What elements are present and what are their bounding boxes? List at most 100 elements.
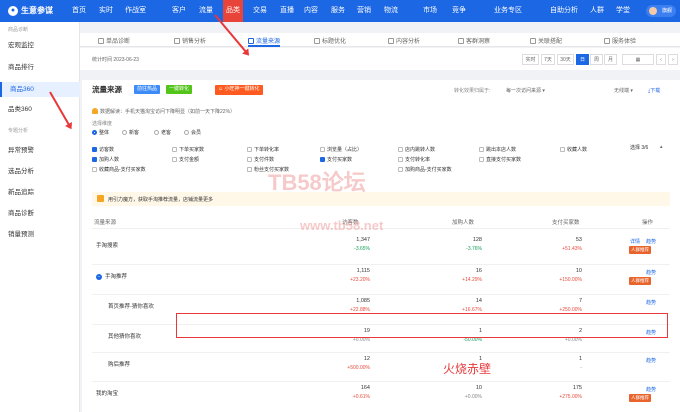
nav-trade[interactable]: 交易 <box>250 0 270 22</box>
metric-value: 1 <box>578 356 582 362</box>
audience-recommend-badge[interactable]: 人群推荐 <box>629 246 651 254</box>
table-header: 加购人数 <box>452 220 475 226</box>
metric-checkbox[interactable]: 加购商品-支付买家数 <box>398 166 452 173</box>
metric-change: -3.65% <box>354 246 370 252</box>
tab-related-matching[interactable]: 关联搭配 <box>530 36 562 45</box>
metric-checkbox[interactable]: 支付转化率 <box>398 156 430 163</box>
nav-marketing[interactable]: 营销 <box>354 0 374 22</box>
collapse-icon[interactable]: − <box>96 274 102 280</box>
chevron-down-icon: ▾ <box>630 88 633 94</box>
metric-checkbox[interactable]: 下单买家数 <box>172 146 204 153</box>
trend-link[interactable]: 趋势 <box>646 299 656 306</box>
nav-category[interactable]: 品类 <box>223 0 243 22</box>
tab-service-experience[interactable]: 服务体验 <box>604 36 636 45</box>
sidebar-item-macro-monitor[interactable]: 宏观监控 <box>0 38 80 53</box>
checkbox-icon <box>247 167 252 172</box>
metric-checkbox[interactable]: 支付金额 <box>172 156 199 163</box>
chevron-down-icon: ▾ <box>542 88 545 94</box>
metric-checkbox[interactable]: 下单转化率 <box>247 146 279 153</box>
nav-academy[interactable]: 学堂 <box>613 0 633 22</box>
nav-home[interactable]: 首页 <box>69 0 89 22</box>
metric-change: - <box>580 365 582 371</box>
metrics-collapse-toggle[interactable]: ▴ <box>660 144 663 150</box>
brand-logo[interactable]: ● 生意参谋 <box>8 5 53 16</box>
period-day[interactable]: 日 <box>576 54 589 65</box>
nav-logistics[interactable]: 物流 <box>381 0 401 22</box>
sidebar-item-product-360[interactable]: 商品360 <box>0 82 80 97</box>
user-avatar[interactable]: 旗舰 <box>646 5 676 17</box>
sidebar-item-sales-forecast[interactable]: 销量预测 <box>0 227 80 242</box>
metric-checkbox[interactable]: 支付买家数 <box>320 156 352 163</box>
tab-content-analysis[interactable]: 内容分析 <box>388 36 420 45</box>
metric-checkbox[interactable]: 支付件数 <box>247 156 274 163</box>
sidebar-item-selection-analysis[interactable]: 选品分析 <box>0 164 80 179</box>
nav-live[interactable]: 直播 <box>277 0 297 22</box>
metric-checkbox[interactable]: 加购人数 <box>92 156 119 163</box>
nav-audience[interactable]: 人群 <box>587 0 607 22</box>
prev-date-button[interactable]: ‹ <box>656 54 666 65</box>
metric-change: +14.29% <box>462 277 482 283</box>
nav-service[interactable]: 服务 <box>328 0 348 22</box>
nav-self-analysis[interactable]: 自助分析 <box>547 0 581 22</box>
checkbox-icon <box>92 157 97 162</box>
nav-customer[interactable]: 客户 <box>169 0 189 22</box>
nav-realtime[interactable]: 实时 <box>96 0 116 22</box>
metric-checkbox[interactable]: 店内跳转人数 <box>398 146 435 153</box>
nav-competition[interactable]: 竞争 <box>449 0 469 22</box>
detail-link[interactable]: 详情 <box>630 238 640 245</box>
metric-change: +51.43% <box>562 246 582 252</box>
metric-checkbox[interactable]: 收藏商品-支付买家数 <box>92 166 146 173</box>
period-month[interactable]: 月 <box>604 54 617 65</box>
period-7d[interactable]: 7天 <box>541 54 555 65</box>
dimension-radio-all[interactable]: 整体 <box>92 129 109 136</box>
xiaowang-convert-button[interactable]: ☺ 小旺神一键转化 <box>215 85 263 95</box>
one-click-convert-button[interactable]: 一键转化 <box>166 85 193 94</box>
next-date-button[interactable]: › <box>668 54 678 65</box>
metric-checkbox[interactable]: 收藏人数 <box>560 146 587 153</box>
tab-single-diagnosis[interactable]: 单品诊断 <box>98 36 130 45</box>
checkbox-icon <box>92 147 97 152</box>
audience-recommend-badge[interactable]: 人群推荐 <box>629 277 651 285</box>
dimension-radio-old[interactable]: 老客 <box>154 129 171 136</box>
checkbox-icon <box>247 157 252 162</box>
period-week[interactable]: 周 <box>590 54 603 65</box>
tab-sales-analysis[interactable]: 销售分析 <box>174 36 206 45</box>
metric-checkbox[interactable]: 浏览量（占比） <box>320 146 362 153</box>
dimension-radio-new[interactable]: 新客 <box>122 129 139 136</box>
metric-checkbox[interactable]: 访客数 <box>92 146 114 153</box>
metric-checkbox[interactable]: 跳出本店人数 <box>479 146 516 153</box>
trend-link[interactable]: 趋势 <box>646 357 656 364</box>
nav-content[interactable]: 内容 <box>301 0 321 22</box>
trend-link[interactable]: 趋势 <box>646 386 656 393</box>
nav-traffic[interactable]: 流量 <box>196 0 216 22</box>
nav-war-room[interactable]: 作战室 <box>122 0 149 22</box>
metric-change: +0.61% <box>352 394 370 400</box>
sidebar-item-product-diagnosis[interactable]: 商品诊断 <box>0 206 80 221</box>
metric-value: 175 <box>572 385 582 391</box>
metric-checkbox[interactable]: 直接支付买家数 <box>479 156 521 163</box>
effect-attribution-select[interactable]: 每一次访问来源 ▾ <box>506 87 545 94</box>
period-30d[interactable]: 30天 <box>557 54 574 65</box>
tab-traffic-source[interactable]: 流量来源 <box>248 36 281 47</box>
sidebar-item-product-ranking[interactable]: 商品排行 <box>0 60 80 75</box>
checkbox-icon <box>479 157 484 162</box>
period-realtime[interactable]: 实时 <box>522 54 539 65</box>
tab-audience-insight[interactable]: 客群洞察 <box>458 36 490 45</box>
audience-recommend-badge[interactable]: 人群推荐 <box>629 394 651 402</box>
nav-market[interactable]: 市场 <box>420 0 440 22</box>
sidebar-item-new-product-tracking[interactable]: 新品追踪 <box>0 185 80 200</box>
sidebar-item-category-360[interactable]: 品类360 <box>0 102 80 117</box>
hot-product-button[interactable]: 前往热品 <box>134 85 161 94</box>
download-button[interactable]: ⤓下载 <box>648 87 660 94</box>
tab-title-optimize[interactable]: 标题优化 <box>314 36 346 45</box>
section-title: 流量来源 <box>92 85 122 94</box>
trend-link[interactable]: 趋势 <box>646 238 656 245</box>
metric-value: 128 <box>472 237 482 243</box>
trend-link[interactable]: 趋势 <box>646 269 656 276</box>
device-select[interactable]: 无线端 ▾ <box>614 87 633 94</box>
metric-change: +275.00% <box>559 394 582 400</box>
nav-business-zone[interactable]: 业务专区 <box>491 0 525 22</box>
date-picker[interactable]: ▦ <box>622 54 654 65</box>
sidebar-item-anomaly-alert[interactable]: 异常预警 <box>0 143 80 158</box>
dimension-radio-member[interactable]: 会员 <box>184 129 201 136</box>
